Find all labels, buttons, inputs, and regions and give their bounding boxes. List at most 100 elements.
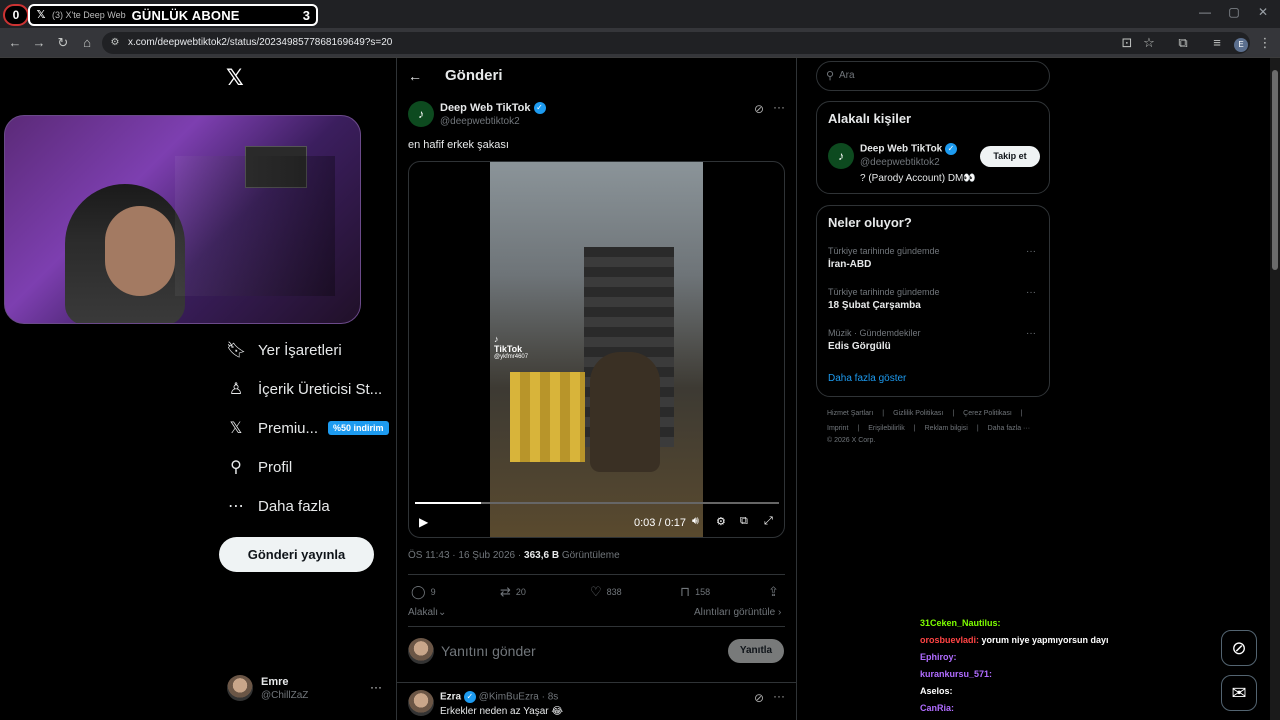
reply-author-row[interactable]: Ezra ✓ @KimBuEzra · 8s xyxy=(440,691,558,703)
creator-studio-icon: ♙ xyxy=(228,381,244,398)
site-info-icon[interactable]: ⚙ xyxy=(106,34,124,52)
reload-icon[interactable]: ↻ xyxy=(54,34,72,52)
footer-link[interactable]: Gizlilik Politikası xyxy=(893,410,943,417)
bookmark-count: 158 xyxy=(695,587,711,597)
post-text: en hafif erkek şakası xyxy=(408,139,509,151)
bookmark-star-icon[interactable]: ☆ xyxy=(1140,34,1158,52)
heart-icon: ♡ xyxy=(590,584,602,599)
picture-in-picture-icon[interactable]: ⧉ xyxy=(740,515,748,528)
chat-username: orosbuevladi: xyxy=(920,635,980,645)
messages-float-button[interactable]: ✉ xyxy=(1221,675,1257,711)
settings-gear-icon[interactable]: ⚙ xyxy=(716,515,726,528)
profile-avatar[interactable]: E xyxy=(1232,34,1250,52)
footer-link[interactable]: Erişilebilirlik xyxy=(868,425,905,432)
reply-action[interactable]: ◯ 9 xyxy=(411,584,436,600)
video-progress-track[interactable] xyxy=(415,502,779,504)
post-button[interactable]: Gönderi yayınla xyxy=(219,537,374,572)
x-favicon-icon: 𝕏 xyxy=(36,9,46,21)
trend-title: İran-ABD xyxy=(828,259,872,270)
reply-button[interactable]: Yanıtla xyxy=(728,639,784,663)
chat-message: 31Ceken_Nautilus: xyxy=(920,618,1001,628)
install-app-icon[interactable]: ⊡ xyxy=(1118,34,1136,52)
minimize-icon[interactable]: — xyxy=(1195,5,1215,19)
nav-more[interactable]: ⋯ Daha fazla xyxy=(226,496,330,516)
subscriber-banner: GÜNLÜK ABONE xyxy=(131,7,240,23)
account-avatar[interactable] xyxy=(227,675,253,701)
author-name-row[interactable]: Deep Web TikTok ✓ xyxy=(440,102,546,115)
x-logo-icon[interactable]: 𝕏 xyxy=(226,65,244,91)
account-menu-icon[interactable]: ··· xyxy=(370,680,382,694)
trend-meta: Müzik · Gündemdekiler xyxy=(828,328,921,338)
related-dropdown[interactable]: Alakalı⌄ xyxy=(408,607,446,618)
search-icon: ⚲ xyxy=(826,70,835,82)
repost-action[interactable]: ⇄ 20 xyxy=(500,584,526,600)
home-icon[interactable]: ⌂ xyxy=(78,34,96,52)
overlay-counter: 0 xyxy=(3,4,29,26)
share-action[interactable]: ⇪ xyxy=(768,584,784,600)
reply-input[interactable]: Yanıtını gönder xyxy=(441,643,536,659)
divider xyxy=(408,574,785,575)
footer-link[interactable]: Daha fazla ··· xyxy=(988,425,1030,432)
person-handle: @deepwebtiktok2 xyxy=(860,157,940,168)
footer-link[interactable]: Çerez Politikası xyxy=(963,410,1012,417)
trend-title: Edis Görgülü xyxy=(828,341,891,352)
repost-icon: ⇄ xyxy=(500,584,511,599)
footer-link[interactable]: Hizmet Şartları xyxy=(827,410,873,417)
show-more-link[interactable]: Daha fazla göster xyxy=(828,373,906,384)
reply-menu-icon[interactable]: ··· xyxy=(773,689,785,703)
nav-bookmarks[interactable]: 🔖︎ Yer İşaretleri xyxy=(226,340,342,360)
follow-button[interactable]: Takip et xyxy=(980,146,1040,167)
footer-link[interactable]: Reklam bilgisi xyxy=(925,425,968,432)
post-menu-icon[interactable]: ··· xyxy=(773,100,785,114)
forward-arrow-icon[interactable]: → xyxy=(30,34,48,52)
nav-profile[interactable]: ⚲ Profil xyxy=(226,457,292,477)
grok-icon[interactable]: ⊘ xyxy=(754,102,764,116)
trend-menu-icon[interactable]: ··· xyxy=(1026,328,1036,339)
search-input[interactable]: ⚲ Ara xyxy=(816,61,1050,91)
chat-username: Aselos: xyxy=(920,686,953,696)
footer-link[interactable]: Imprint xyxy=(827,425,848,432)
play-icon[interactable]: ▶ xyxy=(419,515,428,529)
trend-menu-icon[interactable]: ··· xyxy=(1026,287,1036,298)
like-action[interactable]: ♡ 838 xyxy=(590,584,622,600)
author-handle[interactable]: @deepwebtiktok2 xyxy=(440,116,520,127)
view-quotes-link[interactable]: Alıntıları görüntüle › xyxy=(694,607,781,618)
grok-float-button[interactable]: ⊘ xyxy=(1221,630,1257,666)
grok-icon[interactable]: ⊘ xyxy=(754,691,764,705)
repost-count: 20 xyxy=(515,587,526,597)
back-arrow-icon[interactable]: ← xyxy=(6,34,24,52)
volume-icon[interactable]: 🔊︎ xyxy=(692,515,699,528)
mail-icon: ✉ xyxy=(1231,683,1247,703)
person-avatar[interactable]: ♪ xyxy=(828,143,854,169)
browser-menu-icon[interactable]: ⋮ xyxy=(1256,34,1274,52)
author-avatar[interactable]: ♪ xyxy=(408,101,434,127)
browser-tab[interactable]: 𝕏 (3) X'te Deep Web GÜNLÜK ABONE 3 xyxy=(28,4,318,26)
nav-creator-studio[interactable]: ♙ İçerik Üreticisi St... xyxy=(226,379,382,399)
subscriber-count: 3 xyxy=(302,7,310,23)
verified-icon: ✓ xyxy=(533,102,546,115)
person-name-row[interactable]: Deep Web TikTok ✓ xyxy=(860,143,958,155)
video-player[interactable]: ♪ TikTok @ykfmr4607 ▶ 0:03 / 0:17 🔊︎ ⚙ ⧉… xyxy=(408,161,785,538)
search-placeholder: Ara xyxy=(839,70,855,81)
close-icon[interactable]: ✕ xyxy=(1253,5,1273,19)
bookmark-action[interactable]: ⊓ 158 xyxy=(680,584,710,600)
reply-author-handle: @KimBuEzra · 8s xyxy=(478,691,559,703)
extensions-icon[interactable]: ⧉ xyxy=(1174,34,1192,52)
reply-author-avatar[interactable] xyxy=(408,690,434,716)
maximize-icon[interactable]: ▢ xyxy=(1224,5,1244,19)
scrollbar-thumb[interactable] xyxy=(1272,70,1278,270)
nav-premium[interactable]: 𝕏 Premiu... %50 indirim xyxy=(226,418,389,438)
fullscreen-icon[interactable]: ⤢ xyxy=(764,515,773,528)
back-arrow-icon[interactable]: ← xyxy=(408,68,422,84)
reading-list-icon[interactable]: ≡ xyxy=(1208,34,1226,52)
grok-icon: ⊘ xyxy=(1231,638,1247,658)
trend-menu-icon[interactable]: ··· xyxy=(1026,246,1036,257)
chat-username: Ephiroy: xyxy=(920,652,957,662)
author-name: Deep Web TikTok xyxy=(440,102,531,114)
trend-item[interactable]: Müzik · Gündemdekiler Edis Görgülü xyxy=(828,328,1038,352)
fruit-crates xyxy=(510,372,585,462)
more-circle-icon: ⋯ xyxy=(228,498,244,515)
tiktok-logo-icon: ♪ xyxy=(494,334,499,344)
trend-item[interactable]: Türkiye tarihinde gündemde İran-ABD xyxy=(828,246,1038,270)
trend-item[interactable]: Türkiye tarihinde gündemde 18 Şubat Çarş… xyxy=(828,287,1038,311)
